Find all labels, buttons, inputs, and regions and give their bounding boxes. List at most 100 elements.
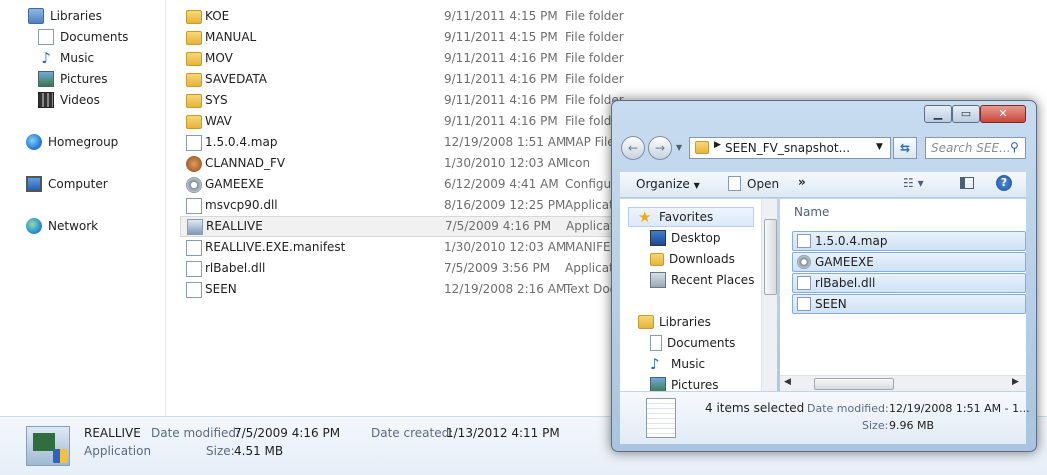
nav-scrollbar[interactable] [761,199,777,391]
nav-label: Pictures [671,378,719,391]
file-date: 7/5/2009 4:16 PM [445,219,552,233]
address-text: SEEN_FV_snapshot... [725,141,851,155]
search-placeholder: Search SEE... [931,141,1011,155]
forward-arrow-icon: → [654,141,666,155]
dll-icon [797,276,811,290]
change-view-icon[interactable]: ☷ ▾ [903,176,924,190]
details-kind: Application [84,444,152,458]
scroll-right-icon[interactable]: ▶ [1012,377,1019,387]
file-type: Icon [565,156,591,170]
table-row[interactable]: CLANNAD_FV 1/30/2010 12:03 AM Icon [180,153,650,174]
address-bar[interactable]: ▶ SEEN_FV_snapshot... ▼ [689,137,891,159]
table-row[interactable]: KOE 9/11/2011 4:15 PM File folder [180,6,650,27]
nav-item-documents[interactable]: Documents [38,27,128,47]
organize-label: Organize [636,177,690,191]
details-size: 4.51 MB [234,444,284,458]
nav-label: Homegroup [48,135,119,149]
table-row[interactable]: msvcp90.dll 8/16/2009 12:25 PM Application… [180,195,694,216]
explorer-window[interactable]: ▁ ▭ ✕ ← → ▼ ▶ SEEN_FV_snapshot... ▼ ⇆ Se… [611,100,1037,452]
minimize-button[interactable]: ▁ [924,105,952,123]
file-type: File folder [565,72,624,86]
nav-favorites[interactable]: ★ Favorites [638,207,713,227]
nav-downloads[interactable]: Downloads [650,249,735,269]
nav-label: Music [60,51,95,65]
recent-pages-chevron-icon[interactable]: ▼ [676,143,682,152]
nav-item-music[interactable]: ♪ Music [38,48,94,68]
libraries-label: Libraries [659,315,711,329]
nav-libraries[interactable]: Libraries [638,312,711,332]
nav-item-homegroup[interactable]: Homegroup [26,132,118,152]
table-row[interactable]: SEEN12/19/2008 2:16 AMText Document [180,279,655,300]
minimize-icon: ▁ [933,107,943,120]
list-item[interactable]: rlBabel.dll [792,273,1026,293]
horizontal-scrollbar-thumb[interactable] [814,378,894,390]
file-type: File folder [565,30,624,44]
list-item[interactable]: GAMEEXE [792,252,1026,272]
table-row[interactable]: GAMEEXE6/12/2009 4:41 AMConfiguration se… [180,174,698,195]
open-button[interactable]: Open [747,177,779,191]
forward-button[interactable]: → [648,136,672,160]
close-icon: ✕ [998,107,1008,120]
documents-icon [650,335,662,351]
folder-icon [186,10,202,24]
file-date: 8/16/2009 12:25 PM [444,198,566,212]
address-dropdown-icon[interactable]: ▼ [876,142,883,152]
file-name: msvcp90.dll [205,198,278,212]
list-item[interactable]: SEEN [792,294,1026,314]
nav-item-computer[interactable]: Computer [26,174,108,194]
table-row[interactable]: SYS 9/11/2011 4:16 PM File folder [180,90,650,111]
scroll-left-icon[interactable]: ◀ [784,377,791,387]
table-row[interactable]: MOV 9/11/2011 4:16 PM File folder [180,48,650,69]
list-item[interactable]: 1.5.0.4.map [792,231,1026,251]
window-modified-value: 12/19/2008 1:51 AM - 1... [889,402,1030,415]
close-button[interactable]: ✕ [980,105,1026,123]
folder-icon [186,115,202,129]
table-row[interactable]: MANUAL 9/11/2011 4:15 PM File folder [180,27,650,48]
refresh-button[interactable]: ⇆ [893,137,917,159]
horizontal-scrollbar[interactable]: ◀ ▶ [780,375,1026,391]
nav-scrollbar-thumb[interactable] [764,219,777,295]
nav-music[interactable]: ♪ Music [650,354,705,374]
items-selected-status: 4 items selected [705,401,805,415]
nav-recent-places[interactable]: Recent Places [650,270,754,290]
computer-icon [26,176,42,192]
file-name: SYS [205,93,228,107]
table-row[interactable]: SAVEDATA 9/11/2011 4:16 PM File folder [180,69,650,90]
favorites-label: Favorites [659,210,714,224]
file-type: File folder [565,9,624,23]
more-commands-button[interactable]: » [798,175,806,189]
table-row[interactable]: REALLIVE 7/5/2009 4:16 PM Application [180,216,650,237]
column-header-name[interactable]: Name [794,205,829,219]
nav-item-pictures[interactable]: Pictures [38,69,108,89]
text-file-icon [186,282,202,298]
table-row[interactable]: rlBabel.dll7/5/2009 3:56 PMApplication e… [180,258,694,279]
search-box[interactable]: Search SEE... ⚲ [925,137,1026,159]
window-size-label: Size: [862,419,889,432]
table-row[interactable]: WAV 9/11/2011 4:16 PM File folder [180,111,650,132]
app-icon [26,426,70,466]
help-icon[interactable]: ? [996,175,1012,191]
nav-label: Desktop [671,231,721,245]
desktop-icon [650,230,666,246]
maximize-button[interactable]: ▭ [952,105,980,123]
file-date: 6/12/2009 4:41 AM [444,177,559,191]
star-icon: ★ [638,208,652,226]
file-name: CLANNAD_FV [205,156,286,170]
nav-documents[interactable]: Documents [650,333,735,353]
nav-item-videos[interactable]: Videos [38,90,100,110]
nav-item-network[interactable]: Network [26,216,98,236]
navigation-pane: Libraries Documents ♪ Music Pictures Vid… [0,0,166,416]
nav-pictures[interactable]: Pictures [650,375,719,391]
nav-desktop[interactable]: Desktop [650,228,721,248]
table-row[interactable]: REALLIVE.EXE.manifest 1/30/2010 12:03 AM M… [180,237,650,258]
preview-pane-icon[interactable] [960,177,974,189]
organize-button[interactable]: Organize ▼ [636,177,700,191]
nav-label: Music [671,357,706,371]
folder-icon [186,31,202,45]
back-button[interactable]: ← [621,136,645,160]
table-row[interactable]: 1.5.0.4.map 12/19/2008 1:51 AM MAP File [180,132,650,153]
nav-item-libraries[interactable]: Libraries [28,6,102,26]
search-icon[interactable]: ⚲ [1010,140,1019,154]
window-navigation-pane: ★ Favorites Desktop Downloads Recent Pla… [620,199,777,391]
sort-ascending-icon: ^ [904,199,911,203]
